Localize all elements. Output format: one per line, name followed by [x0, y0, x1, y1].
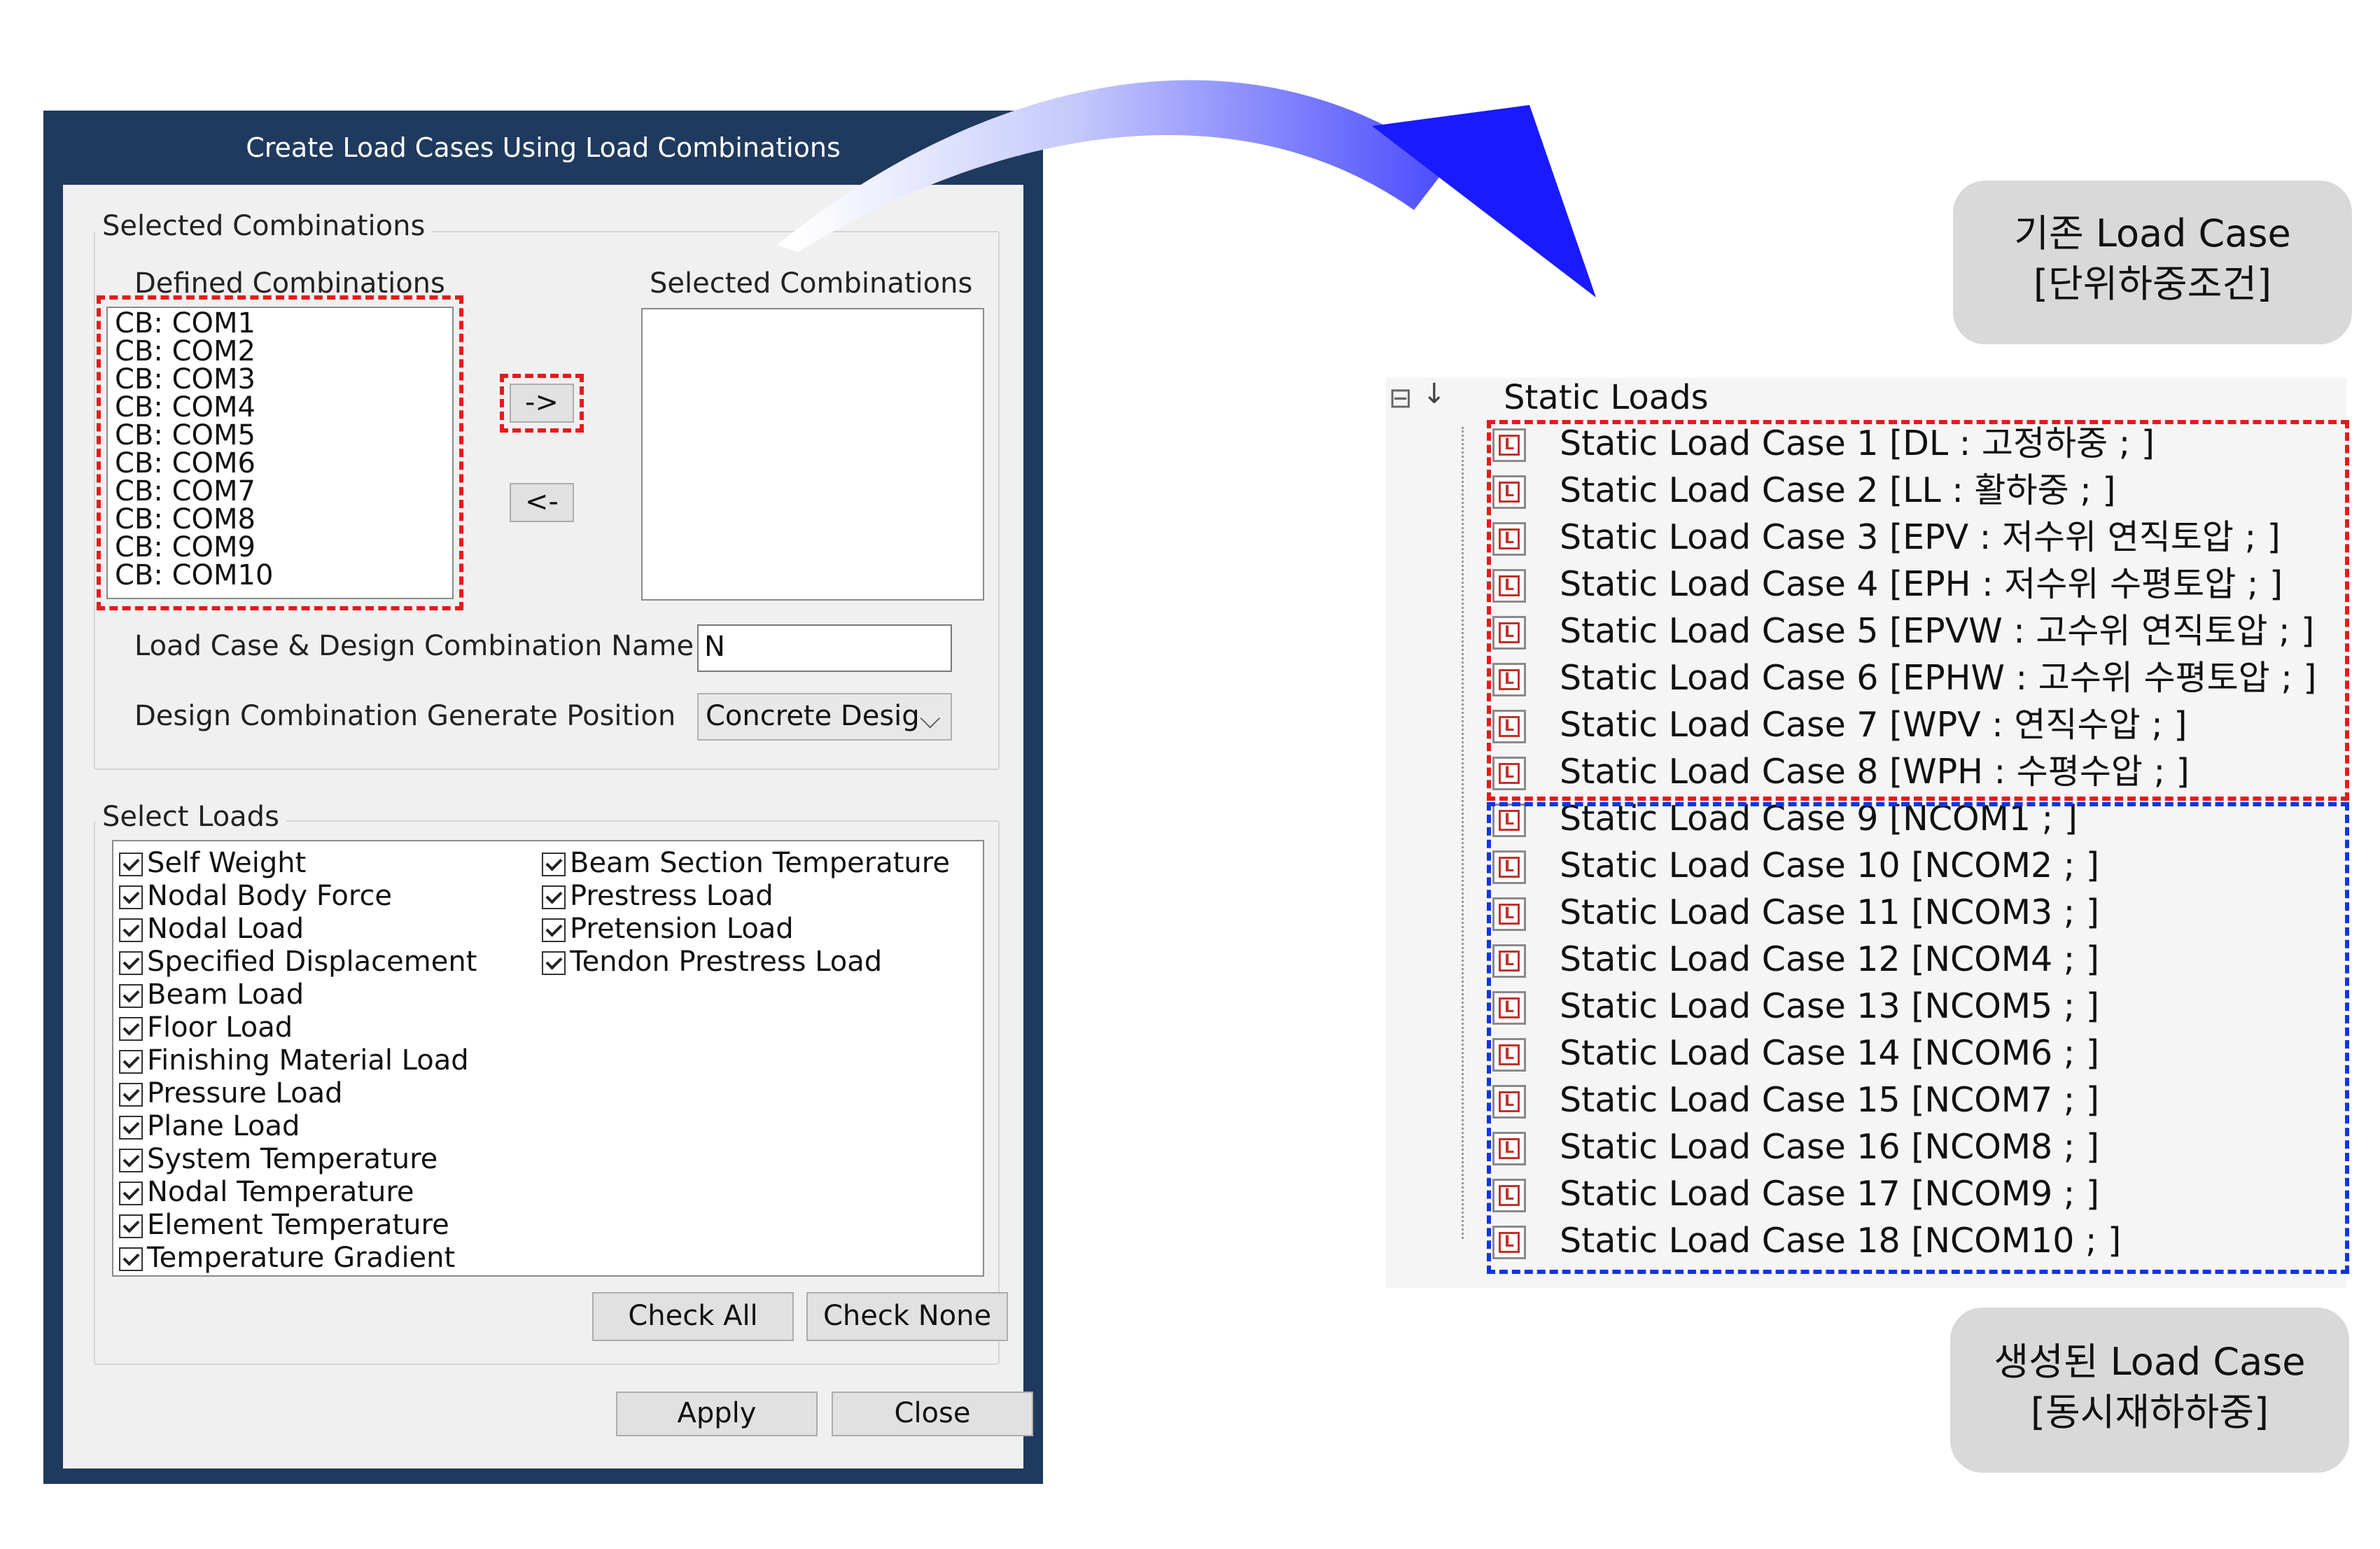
defined-combinations-highlight — [97, 295, 463, 610]
existing-load-case-badge: 기존 Load Case [단위하중조건] — [1953, 181, 2352, 344]
check-none-button[interactable]: Check None — [806, 1292, 1008, 1341]
existing-badge-line2: [단위하중조건] — [2033, 262, 2272, 306]
checkbox-checked-icon[interactable] — [119, 853, 143, 876]
generated-load-case-badge: 생성된 Load Case [동시재하하중] — [1950, 1308, 2349, 1473]
checkbox-checked-icon[interactable] — [119, 1050, 143, 1074]
position-select[interactable]: Concrete Desig ⌵ — [697, 693, 952, 741]
load-checkbox-label: Finishing Material Load — [147, 1044, 469, 1077]
remove-combination-button[interactable]: <- — [510, 483, 574, 522]
generated-badge-line1: 생성된 Load Case — [1994, 1340, 2306, 1384]
load-checkbox-row[interactable]: Finishing Material Load — [119, 1044, 469, 1077]
dialog-title: Create Load Cases Using Load Combination… — [246, 132, 841, 163]
load-checkbox-label: Temperature Gradient — [147, 1242, 456, 1274]
check-all-button[interactable]: Check All — [592, 1292, 794, 1341]
checkbox-checked-icon[interactable] — [119, 1247, 143, 1271]
checkbox-checked-icon[interactable] — [542, 885, 566, 909]
load-checkbox-label: System Temperature — [147, 1143, 438, 1175]
select-loads-group-title: Select Loads — [95, 801, 286, 833]
load-checkbox-row[interactable]: Self Weight — [119, 847, 306, 879]
load-checkbox-label: Self Weight — [147, 847, 307, 879]
selected-combinations-list[interactable] — [641, 308, 984, 601]
load-checkbox-row[interactable]: Nodal Temperature — [119, 1176, 414, 1208]
checkbox-checked-icon[interactable] — [119, 1214, 143, 1238]
load-checkbox-label: Plane Load — [147, 1110, 300, 1142]
load-checkbox-label: Specified Displacement — [147, 946, 477, 978]
create-load-cases-dialog: Create Load Cases Using Load Combination… — [43, 111, 1043, 1484]
load-checkbox-row[interactable]: System Temperature — [119, 1143, 438, 1175]
checkbox-checked-icon[interactable] — [119, 984, 143, 1008]
existing-cases-highlight — [1487, 420, 2349, 801]
existing-badge-line1: 기존 Load Case — [2014, 211, 2291, 255]
selected-combinations-label: Selected Combinations — [650, 267, 973, 300]
close-icon[interactable]: ✕ — [990, 127, 1032, 169]
static-loads-folder-icon: ↓ — [1422, 378, 1446, 410]
load-checkbox-row[interactable]: Tendon Prestress Load — [542, 946, 882, 978]
static-loads-label[interactable]: Static Loads — [1504, 378, 1709, 417]
load-checkbox-label: Nodal Body Force — [147, 880, 393, 912]
load-checkbox-label: Floor Load — [147, 1011, 293, 1044]
name-label: Load Case & Design Combination Name — [134, 630, 694, 662]
generated-badge-line2: [동시재하하중] — [2030, 1390, 2269, 1434]
position-label: Design Combination Generate Position — [134, 700, 676, 732]
close-button[interactable]: Close — [832, 1392, 1033, 1436]
load-checkbox-row[interactable]: Beam Section Temperature — [542, 847, 950, 879]
checkbox-checked-icon[interactable] — [119, 951, 143, 975]
tree-guide-line — [1462, 427, 1464, 1239]
load-checkbox-row[interactable]: Pressure Load — [119, 1077, 342, 1109]
load-checkbox-label: Beam Section Temperature — [570, 847, 950, 879]
checkbox-checked-icon[interactable] — [119, 1149, 143, 1172]
checkbox-checked-icon[interactable] — [119, 1116, 143, 1140]
dialog-client-area: Selected Combinations Defined Combinatio… — [63, 185, 1033, 1469]
chevron-down-icon: ⌵ — [919, 703, 941, 735]
load-checkbox-label: Prestress Load — [570, 880, 774, 912]
checkbox-checked-icon[interactable] — [542, 918, 566, 942]
checkbox-checked-icon[interactable] — [542, 951, 566, 975]
checkbox-checked-icon[interactable] — [119, 1083, 143, 1107]
load-checkbox-row[interactable]: Specified Displacement — [119, 946, 477, 978]
load-checkbox-label: Beam Load — [147, 979, 304, 1011]
selected-combinations-group-title: Selected Combinations — [95, 210, 433, 242]
add-button-highlight — [500, 374, 584, 433]
load-checkbox-row[interactable]: Floor Load — [119, 1011, 293, 1044]
arrow-head — [1372, 105, 1596, 297]
load-checkbox-row[interactable]: Plane Load — [119, 1110, 300, 1142]
checkbox-checked-icon[interactable] — [542, 853, 566, 876]
load-checkbox-row[interactable]: Temperature Gradient — [119, 1242, 455, 1274]
load-checkbox-row[interactable]: Beam Load — [119, 979, 304, 1011]
tree-expand-icon[interactable]: ⊟ — [1389, 382, 1413, 414]
load-checkbox-label: Pretension Load — [570, 913, 794, 945]
load-checkbox-label: Nodal Load — [147, 913, 304, 945]
load-checkbox-label: Element Temperature — [147, 1209, 449, 1241]
load-checkbox-label: Tendon Prestress Load — [570, 946, 883, 978]
load-checkbox-row[interactable]: Prestress Load — [542, 880, 774, 912]
position-select-value: Concrete Desig — [706, 700, 920, 732]
checkbox-checked-icon[interactable] — [119, 1017, 143, 1041]
generated-cases-highlight — [1487, 802, 2349, 1274]
load-checkbox-row[interactable]: Nodal Body Force — [119, 880, 392, 912]
load-checkbox-row[interactable]: Nodal Load — [119, 913, 304, 945]
load-checkbox-label: Nodal Temperature — [147, 1176, 414, 1208]
apply-button[interactable]: Apply — [616, 1392, 818, 1436]
checkbox-checked-icon[interactable] — [119, 1182, 143, 1205]
name-input[interactable]: N — [697, 624, 952, 672]
checkbox-checked-icon[interactable] — [119, 918, 143, 942]
checkbox-checked-icon[interactable] — [119, 885, 143, 909]
load-checkbox-label: Pressure Load — [147, 1077, 343, 1109]
load-checkbox-row[interactable]: Element Temperature — [119, 1209, 449, 1241]
load-checkbox-row[interactable]: Pretension Load — [542, 913, 794, 945]
